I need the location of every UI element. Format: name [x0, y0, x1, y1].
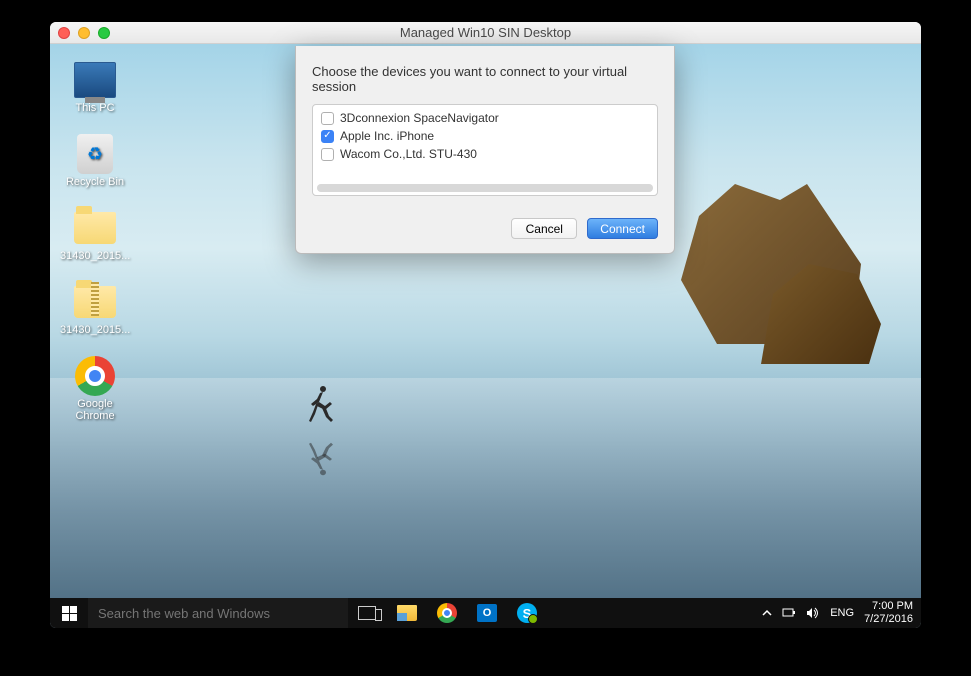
- close-button[interactable]: [58, 27, 70, 39]
- wallpaper-runner: [305, 384, 335, 424]
- mac-titlebar[interactable]: Managed Win10 SIN Desktop: [50, 22, 921, 44]
- task-view-button[interactable]: [348, 598, 386, 628]
- traffic-lights: [50, 27, 110, 39]
- zip-folder-label: 31430_2015...: [60, 324, 130, 336]
- mac-window: Managed Win10 SIN Desktop This PC Recycl…: [50, 22, 921, 628]
- volume-icon[interactable]: [806, 607, 820, 619]
- chrome-taskbar-button[interactable]: [428, 598, 466, 628]
- cancel-button[interactable]: Cancel: [511, 218, 577, 239]
- clock[interactable]: 7:00 PM 7/27/2016: [864, 600, 913, 626]
- dialog-prompt: Choose the devices you want to connect t…: [312, 64, 658, 94]
- wallpaper-runner-reflection: [305, 441, 335, 477]
- device-row-2[interactable]: Wacom Co.,Ltd. STU-430: [315, 145, 655, 163]
- folder-1-label: 31430_2015...: [60, 250, 130, 262]
- windows-logo-icon: [62, 606, 77, 621]
- folder-icon-1[interactable]: 31430_2015...: [60, 210, 130, 262]
- window-title: Managed Win10 SIN Desktop: [400, 25, 571, 40]
- dialog-buttons: Cancel Connect: [312, 218, 658, 239]
- chrome-icon: [437, 603, 457, 623]
- monitor-icon: [74, 62, 116, 98]
- system-tray: ENG 7:00 PM 7/27/2016: [762, 600, 921, 626]
- this-pc-icon[interactable]: This PC: [60, 62, 130, 114]
- clock-date: 7/27/2016: [864, 613, 913, 626]
- zip-icon: [74, 286, 116, 318]
- chrome-icon: [75, 356, 115, 396]
- recycle-bin-icon[interactable]: Recycle Bin: [60, 136, 130, 188]
- start-button[interactable]: [50, 598, 88, 628]
- clock-time: 7:00 PM: [864, 600, 913, 613]
- device-row-1[interactable]: Apple Inc. iPhone: [315, 127, 655, 145]
- maximize-button[interactable]: [98, 27, 110, 39]
- wallpaper-reflection: [50, 378, 921, 598]
- device-checkbox-2[interactable]: [321, 148, 334, 161]
- trash-icon: [77, 134, 113, 174]
- chrome-label: Google Chrome: [60, 398, 130, 422]
- skype-taskbar-button[interactable]: S: [508, 598, 546, 628]
- outlook-icon: O: [477, 604, 497, 622]
- search-input[interactable]: [88, 598, 348, 628]
- language-indicator[interactable]: ENG: [830, 607, 854, 619]
- file-explorer-icon: [397, 605, 417, 621]
- device-row-0[interactable]: 3Dconnexion SpaceNavigator: [315, 109, 655, 127]
- taskbar: O S ENG 7:00 PM 7/27/2016: [50, 598, 921, 628]
- desktop-icons: This PC Recycle Bin 31430_2015... 31430_…: [60, 62, 130, 444]
- task-icons: O S: [348, 598, 546, 628]
- this-pc-label: This PC: [60, 102, 130, 114]
- zip-folder-icon[interactable]: 31430_2015...: [60, 284, 130, 336]
- connect-button[interactable]: Connect: [587, 218, 658, 239]
- minimize-button[interactable]: [78, 27, 90, 39]
- outlook-taskbar-button[interactable]: O: [468, 598, 506, 628]
- device-checkbox-0[interactable]: [321, 112, 334, 125]
- device-checkbox-1[interactable]: [321, 130, 334, 143]
- device-list: 3Dconnexion SpaceNavigator Apple Inc. iP…: [312, 104, 658, 196]
- tray-chevron-up[interactable]: [762, 608, 772, 618]
- recycle-bin-label: Recycle Bin: [60, 176, 130, 188]
- network-icon[interactable]: [782, 607, 796, 619]
- file-explorer-button[interactable]: [388, 598, 426, 628]
- google-chrome-icon[interactable]: Google Chrome: [60, 358, 130, 422]
- device-connect-dialog: Choose the devices you want to connect t…: [295, 46, 675, 254]
- device-label-1: Apple Inc. iPhone: [340, 129, 434, 143]
- device-label-2: Wacom Co.,Ltd. STU-430: [340, 147, 477, 161]
- list-scrollbar[interactable]: [317, 184, 653, 192]
- folder-icon: [74, 212, 116, 244]
- device-label-0: 3Dconnexion SpaceNavigator: [340, 111, 499, 125]
- skype-icon: S: [517, 603, 537, 623]
- task-view-icon: [358, 606, 376, 620]
